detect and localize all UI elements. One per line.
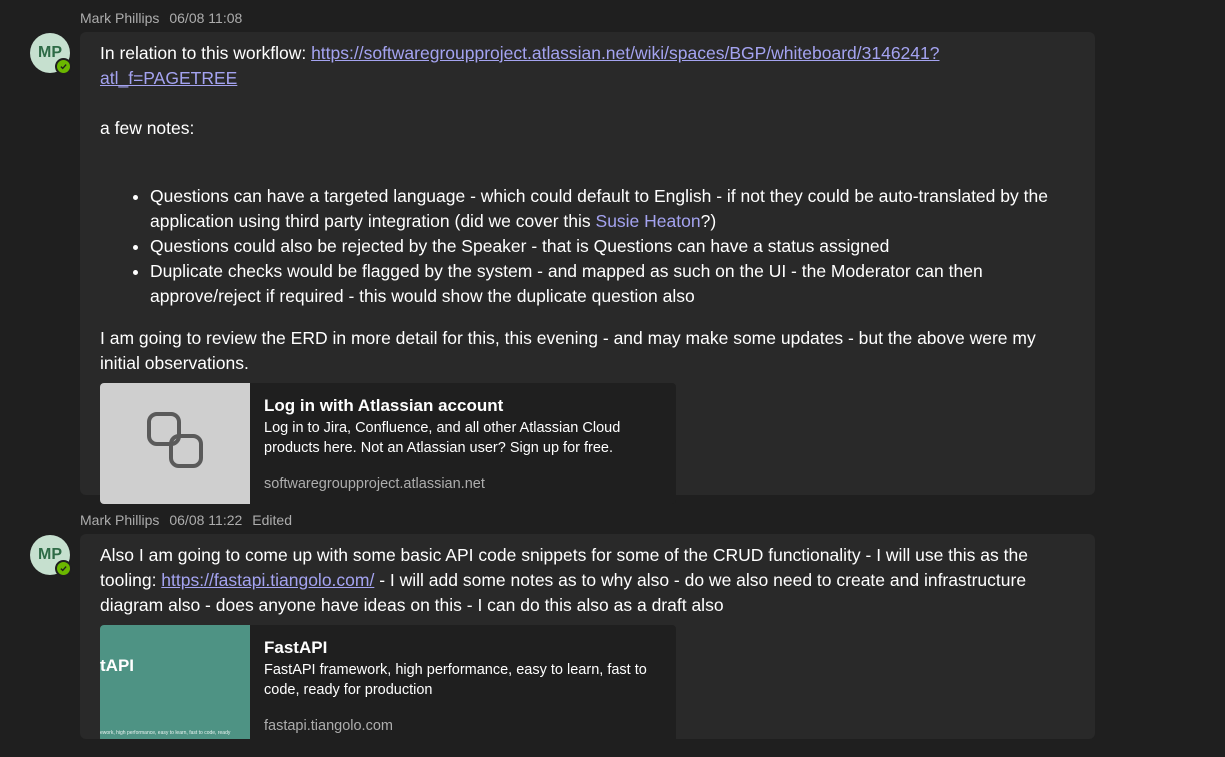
notes-label: a few notes: <box>100 118 195 138</box>
author-name[interactable]: Mark Phillips <box>80 10 159 26</box>
list-item: Duplicate checks would be flagged by the… <box>150 259 1075 309</box>
message-header: Mark Phillips 06/08 11:08 <box>80 10 252 26</box>
card-description: FastAPI framework, high performance, eas… <box>264 662 647 698</box>
link-icon <box>146 411 204 476</box>
list-item: Questions can have a targeted language -… <box>150 184 1075 234</box>
link-preview-card[interactable]: Log in with Atlassian account Log in to … <box>100 383 676 504</box>
presence-available-icon <box>55 58 72 75</box>
presence-available-icon <box>55 560 72 577</box>
message-bubble[interactable]: In relation to this workflow: https://so… <box>80 32 1095 504</box>
card-title[interactable]: Log in with Atlassian account <box>264 395 662 417</box>
mention-susie-heaton[interactable]: Susie Heaton <box>596 211 701 231</box>
card-title[interactable]: FastAPI <box>264 637 662 659</box>
thumbnail-title: tAPI <box>100 656 134 675</box>
closing-text: I am going to review the ERD in more det… <box>100 328 1036 373</box>
avatar[interactable]: MP <box>30 535 72 577</box>
message-bubble[interactable]: Also I am going to come up with some bas… <box>80 534 1095 739</box>
edited-label: Edited <box>252 512 292 528</box>
list-item: Questions could also be rejected by the … <box>150 234 1075 259</box>
message-text: Also I am going to come up with some bas… <box>100 545 1028 615</box>
fastapi-link[interactable]: https://fastapi.tiangolo.com/ <box>161 570 374 590</box>
link-preview-card[interactable]: tAPI ework, high performance, easy to le… <box>100 625 676 739</box>
notes-list: Questions can have a targeted language -… <box>100 184 1075 309</box>
author-name[interactable]: Mark Phillips <box>80 512 159 528</box>
card-domain: fastapi.tiangolo.com <box>264 718 393 734</box>
card-body: Log in with Atlassian account Log in to … <box>250 383 676 504</box>
card-thumbnail: tAPI ework, high performance, easy to le… <box>100 625 250 739</box>
timestamp: 06/08 11:22 <box>169 512 243 528</box>
thumbnail-tagline: ework, high performance, easy to learn, … <box>100 730 231 736</box>
card-description: Log in to Jira, Confluence, and all othe… <box>264 420 621 456</box>
chat-thread: Mark Phillips 06/08 11:08 MP In relation … <box>0 0 1225 757</box>
card-domain: softwaregroupproject.atlassian.net <box>264 476 485 492</box>
timestamp: 06/08 11:08 <box>169 10 243 26</box>
message-header: Mark Phillips 06/08 11:22 Edited <box>80 512 302 528</box>
card-thumbnail <box>100 383 250 504</box>
avatar[interactable]: MP <box>30 33 72 75</box>
message-intro: In relation to this workflow: https://so… <box>100 43 940 88</box>
card-body: FastAPI FastAPI framework, high performa… <box>250 625 676 739</box>
